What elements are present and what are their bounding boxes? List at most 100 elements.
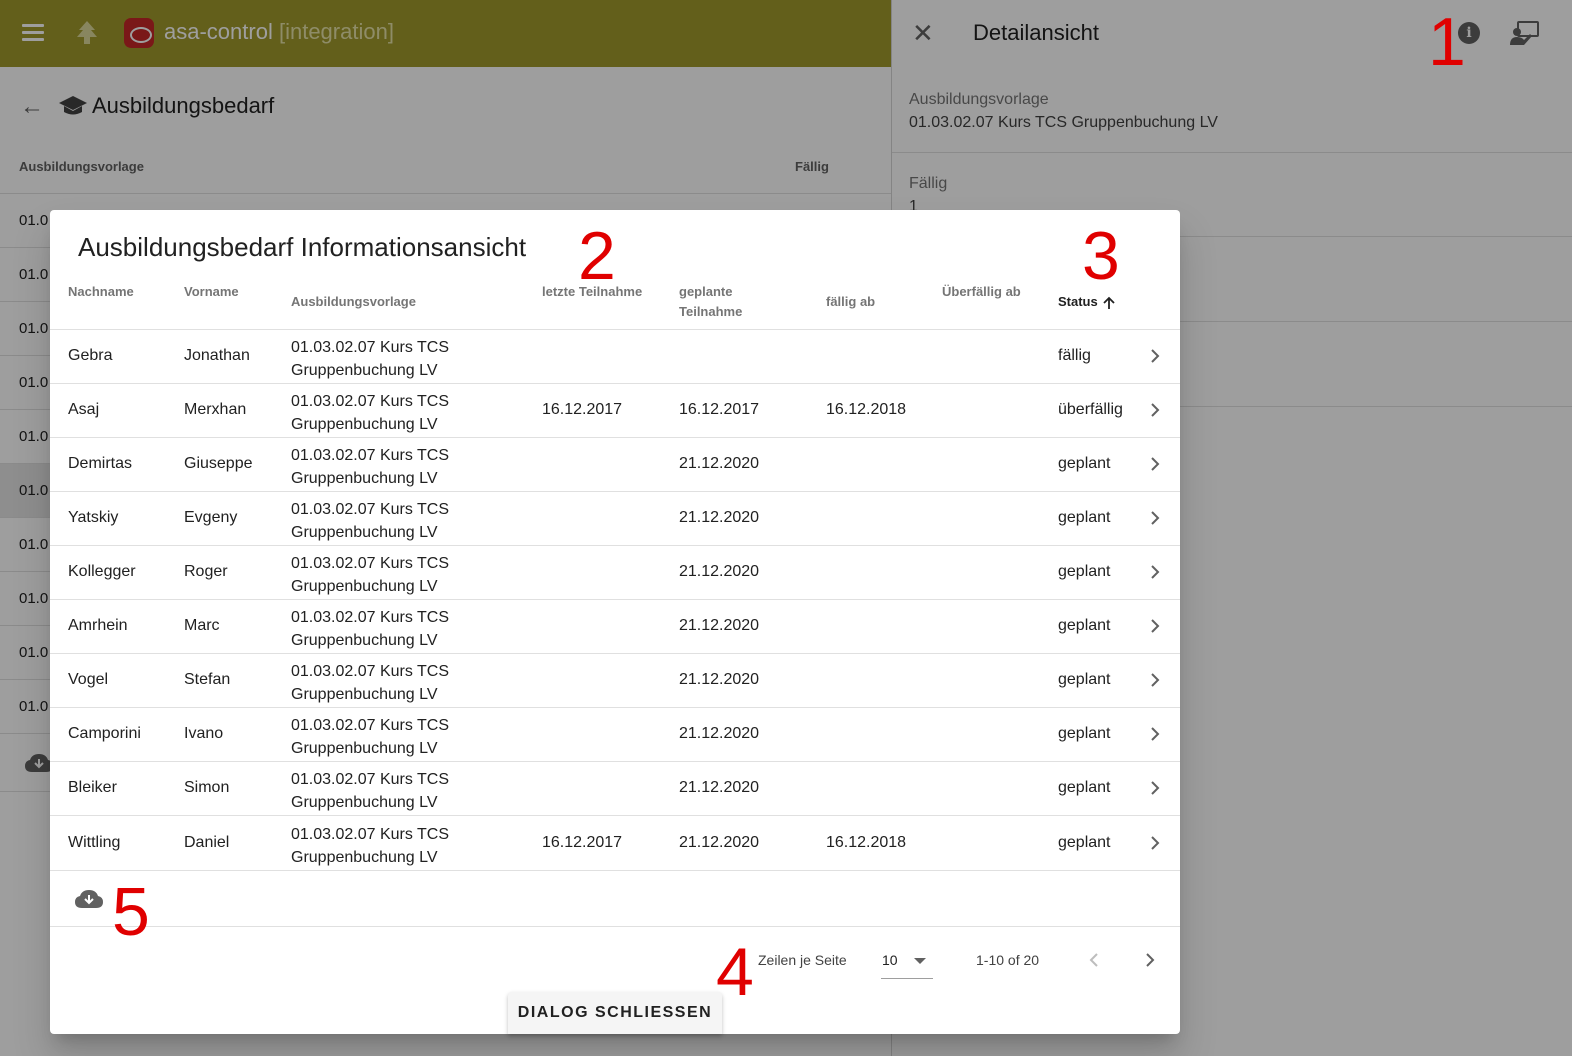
cell-vorlage-line2: Gruppenbuchung LV — [291, 416, 438, 433]
table-row[interactable]: Yatskiy Evgeny 01.03.02.07 Kurs TCS Grupp… — [50, 492, 1180, 546]
annotation-3: 3 — [1082, 218, 1120, 294]
annotation-1: 1 — [1428, 4, 1466, 80]
chevron-right-icon[interactable] — [1149, 400, 1161, 420]
cell-status: geplant — [1058, 725, 1111, 742]
table-row[interactable]: Kollegger Roger 01.03.02.07 Kurs TCS Grup… — [50, 546, 1180, 600]
cell-status: überfällig — [1058, 401, 1123, 418]
cell-vorlage: 01.03.02.07 Kurs TCS Gruppenbuchung LV — [291, 823, 449, 869]
cell-vorlage-line2: Gruppenbuchung LV — [291, 362, 438, 379]
table-row[interactable]: Camporini Ivano 01.03.02.07 Kurs TCS Grup… — [50, 708, 1180, 762]
cell-geplante: 21.12.2020 — [679, 455, 760, 472]
cell-geplante: 21.12.2020 — [679, 779, 760, 796]
column-vorname[interactable]: Vorname — [184, 282, 239, 302]
column-status-label: Status — [1058, 294, 1098, 309]
previous-page-icon[interactable] — [1084, 949, 1104, 971]
chevron-right-icon[interactable] — [1149, 562, 1161, 582]
column-ueberfaellig-ab[interactable]: Überfällig ab — [942, 282, 1021, 302]
table-row[interactable]: Wittling Daniel 01.03.02.07 Kurs TCS Grup… — [50, 817, 1180, 871]
cell-faellig: 16.12.2018 — [826, 834, 907, 851]
cell-vorname: Jonathan — [184, 347, 250, 364]
cell-vorlage-line2: Gruppenbuchung LV — [291, 578, 438, 595]
cell-status: geplant — [1058, 671, 1111, 688]
cell-vorlage: 01.03.02.07 Kurs TCS Gruppenbuchung LV — [291, 552, 449, 598]
cell-geplante: 21.12.2020 — [679, 725, 760, 742]
cell-status: fällig — [1058, 347, 1091, 364]
column-geplante-teilnahme[interactable]: geplante Teilnahme — [679, 282, 742, 322]
cell-status: geplant — [1058, 779, 1111, 796]
table-row[interactable]: Asaj Merxhan 01.03.02.07 Kurs TCS Gruppen… — [50, 384, 1180, 438]
annotation-5: 5 — [112, 874, 150, 950]
cell-vorname: Ivano — [184, 725, 224, 742]
cell-letzte: 16.12.2017 — [542, 401, 623, 418]
cell-nachname: Wittling — [68, 834, 121, 851]
cell-vorlage: 01.03.02.07 Kurs TCS Gruppenbuchung LV — [291, 714, 449, 760]
cell-vorlage-line1: 01.03.02.07 Kurs TCS — [291, 339, 450, 356]
cell-vorname: Roger — [184, 563, 228, 580]
cell-geplante: 21.12.2020 — [679, 563, 760, 580]
table-row[interactable]: Vogel Stefan 01.03.02.07 Kurs TCS Gruppen… — [50, 654, 1180, 708]
rows-per-page-label: Zeilen je Seite — [758, 952, 847, 968]
cell-nachname: Yatskiy — [68, 509, 119, 526]
annotation-4: 4 — [716, 934, 754, 1010]
cell-nachname: Asaj — [68, 401, 100, 418]
column-ausbildungsvorlage[interactable]: Ausbildungsvorlage — [291, 292, 416, 312]
cell-vorlage-line1: 01.03.02.07 Kurs TCS — [291, 663, 450, 680]
chevron-right-icon[interactable] — [1149, 616, 1161, 636]
sort-arrow-up-icon[interactable] — [1103, 296, 1115, 310]
chevron-right-icon[interactable] — [1149, 508, 1161, 528]
cell-nachname: Gebra — [68, 347, 113, 364]
cell-nachname: Bleiker — [68, 779, 117, 796]
cell-vorlage-line2: Gruppenbuchung LV — [291, 524, 438, 541]
cell-geplante: 21.12.2020 — [679, 617, 760, 634]
dropdown-caret-icon — [914, 958, 926, 964]
download-cloud-icon[interactable] — [74, 888, 104, 910]
cell-vorlage-line2: Gruppenbuchung LV — [291, 686, 438, 703]
chevron-right-icon[interactable] — [1149, 778, 1161, 798]
cell-vorlage-line1: 01.03.02.07 Kurs TCS — [291, 826, 450, 843]
cell-vorlage-line1: 01.03.02.07 Kurs TCS — [291, 447, 450, 464]
close-dialog-button[interactable]: DIALOG SCHLIESSEN — [508, 992, 722, 1034]
cell-vorlage: 01.03.02.07 Kurs TCS Gruppenbuchung LV — [291, 660, 449, 706]
chevron-right-icon[interactable] — [1149, 346, 1161, 366]
column-nachname[interactable]: Nachname — [68, 282, 134, 302]
cell-vorlage: 01.03.02.07 Kurs TCS Gruppenbuchung LV — [291, 768, 449, 814]
chevron-right-icon[interactable] — [1149, 670, 1161, 690]
cell-vorlage-line1: 01.03.02.07 Kurs TCS — [291, 771, 450, 788]
cell-letzte: 16.12.2017 — [542, 834, 623, 851]
info-dialog: Ausbildungsbedarf Informationsansicht Na… — [50, 210, 1180, 1034]
cell-vorlage-line1: 01.03.02.07 Kurs TCS — [291, 555, 450, 572]
rows-per-page-value: 10 — [882, 952, 898, 968]
cell-vorname: Marc — [184, 617, 220, 634]
dialog-title: Ausbildungsbedarf Informationsansicht — [78, 232, 527, 262]
cell-vorlage-line2: Gruppenbuchung LV — [291, 740, 438, 757]
table-row[interactable]: Amrhein Marc 01.03.02.07 Kurs TCS Gruppen… — [50, 600, 1180, 654]
cell-vorlage: 01.03.02.07 Kurs TCS Gruppenbuchung LV — [291, 498, 449, 544]
column-geplante-line1: geplante — [679, 284, 733, 299]
cell-geplante: 21.12.2020 — [679, 671, 760, 688]
table-row[interactable]: Bleiker Simon 01.03.02.07 Kurs TCS Gruppe… — [50, 762, 1180, 816]
chevron-right-icon[interactable] — [1149, 724, 1161, 744]
rows-per-page-select[interactable]: 10 — [881, 948, 933, 979]
table-row[interactable]: Demirtas Giuseppe 01.03.02.07 Kurs TCS Gr… — [50, 438, 1180, 492]
chevron-right-icon[interactable] — [1149, 454, 1161, 474]
cell-geplante: 21.12.2020 — [679, 834, 760, 851]
cell-geplante: 21.12.2020 — [679, 509, 760, 526]
cell-status: geplant — [1058, 563, 1111, 580]
column-status[interactable]: Status — [1058, 292, 1115, 312]
cell-vorlage-line2: Gruppenbuchung LV — [291, 470, 438, 487]
cell-nachname: Kollegger — [68, 563, 136, 580]
cell-status: geplant — [1058, 509, 1111, 526]
chevron-right-icon[interactable] — [1149, 833, 1161, 853]
cell-vorlage: 01.03.02.07 Kurs TCS Gruppenbuchung LV — [291, 444, 449, 490]
column-faellig-ab[interactable]: fällig ab — [826, 292, 875, 312]
table-row[interactable]: Gebra Jonathan 01.03.02.07 Kurs TCS Grupp… — [50, 330, 1180, 384]
cell-vorlage-line2: Gruppenbuchung LV — [291, 849, 438, 866]
cell-status: geplant — [1058, 834, 1111, 851]
cell-vorname: Stefan — [184, 671, 231, 688]
cell-vorlage-line1: 01.03.02.07 Kurs TCS — [291, 717, 450, 734]
cell-status: geplant — [1058, 455, 1111, 472]
cell-vorlage: 01.03.02.07 Kurs TCS Gruppenbuchung LV — [291, 390, 449, 436]
cell-nachname: Camporini — [68, 725, 141, 742]
cell-nachname: Amrhein — [68, 617, 128, 634]
next-page-icon[interactable] — [1140, 949, 1160, 971]
